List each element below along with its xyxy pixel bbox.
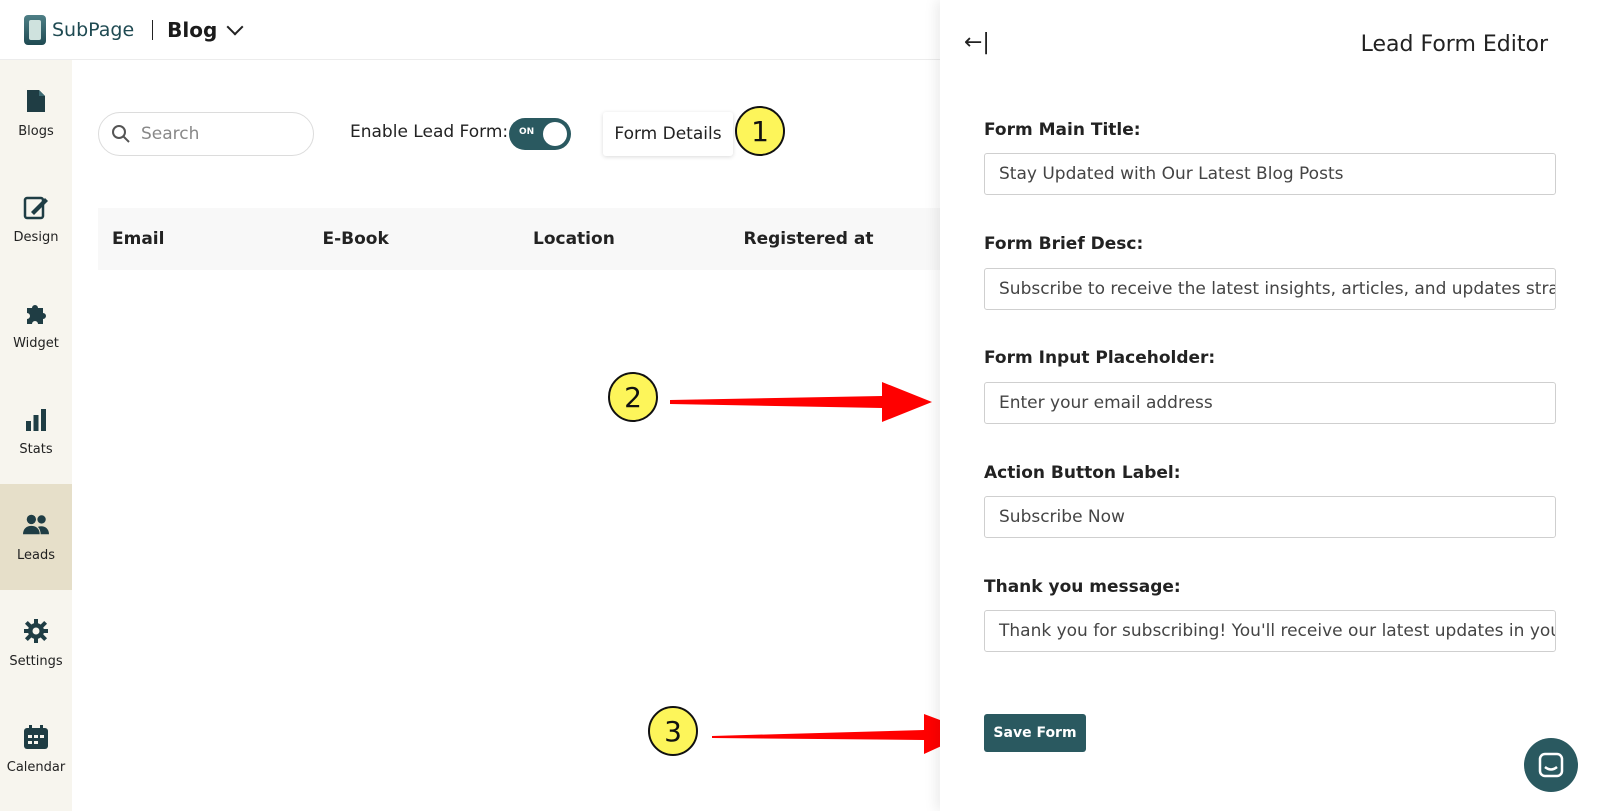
toggle-knob [543, 122, 567, 146]
sidebar-item-blogs[interactable]: Blogs [0, 60, 72, 166]
search-icon [112, 125, 130, 143]
sidebar-item-label: Settings [9, 653, 63, 669]
sidebar-item-label: Stats [19, 441, 53, 457]
toggle-state: ON [519, 127, 535, 137]
app: SubPage Blog Blogs Design Widget Stats L… [0, 0, 1600, 811]
action-button-label-label: Action Button Label: [984, 463, 1181, 483]
sidebar-item-label: Design [13, 229, 59, 245]
save-form-button[interactable]: Save Form [984, 714, 1086, 752]
search-placeholder: Search [141, 124, 200, 144]
chat-button[interactable] [1524, 738, 1578, 792]
sidebar-item-label: Leads [16, 547, 55, 563]
form-input-placeholder-field[interactable]: Enter your email address [984, 382, 1556, 424]
form-main-title-label: Form Main Title: [984, 120, 1141, 140]
users-icon [23, 512, 49, 538]
sidebar-item-label: Blogs [18, 123, 54, 139]
lead-form-toggle[interactable]: ON [509, 118, 571, 150]
chat-icon [1538, 752, 1564, 778]
document-icon [23, 88, 49, 114]
column-header[interactable]: Registered at [730, 229, 941, 249]
sidebar-item-calendar[interactable]: Calendar [0, 696, 72, 802]
form-details-button[interactable]: Form Details [603, 112, 733, 156]
logo-icon [24, 14, 46, 45]
annotation-marker-2: 2 [608, 372, 658, 422]
bar-chart-icon [23, 406, 49, 432]
sidebar: Blogs Design Widget Stats Leads Settings… [0, 60, 72, 811]
sidebar-item-design[interactable]: Design [0, 166, 72, 272]
annotation-arrow-3 [712, 714, 972, 754]
sidebar-item-stats[interactable]: Stats [0, 378, 72, 484]
column-header[interactable]: E-Book [309, 229, 520, 249]
annotation-marker-3: 3 [648, 706, 698, 756]
main-content: Search Enable Lead Form: ON Form Details… [72, 60, 940, 811]
puzzle-icon [23, 300, 49, 326]
sidebar-item-label: Widget [13, 335, 59, 351]
form-main-title-field[interactable]: Stay Updated with Our Latest Blog Posts [984, 153, 1556, 195]
column-header[interactable]: Location [519, 229, 730, 249]
design-icon [23, 194, 49, 220]
action-button-label-field[interactable]: Subscribe Now [984, 496, 1556, 538]
sidebar-item-leads[interactable]: Leads [0, 484, 72, 590]
thank-you-message-field[interactable]: Thank you for subscribing! You'll receiv… [984, 610, 1556, 652]
thank-you-message-label: Thank you message: [984, 577, 1181, 597]
divider [152, 19, 154, 40]
top-bar: SubPage Blog [0, 0, 940, 60]
collapse-panel-icon[interactable]: ←| [964, 30, 990, 55]
annotation-marker-1: 1 [735, 106, 785, 156]
logo[interactable]: SubPage [24, 14, 135, 45]
form-input-placeholder-label: Form Input Placeholder: [984, 348, 1216, 368]
section-title[interactable]: Blog [167, 18, 217, 42]
column-header[interactable]: Email [98, 229, 309, 249]
annotation-arrow-2 [670, 382, 932, 422]
form-brief-desc-label: Form Brief Desc: [984, 234, 1144, 254]
sidebar-item-settings[interactable]: Settings [0, 590, 72, 696]
sidebar-item-widget[interactable]: Widget [0, 272, 72, 378]
logo-text: SubPage [52, 18, 135, 41]
table-header: Email E-Book Location Registered at [98, 208, 940, 270]
search-input[interactable]: Search [98, 112, 314, 156]
lead-form-editor-panel: ←| Lead Form Editor Form Main Title: Sta… [940, 0, 1600, 811]
enable-lead-form-label: Enable Lead Form: [350, 122, 509, 142]
calendar-icon [23, 724, 49, 750]
form-brief-desc-field[interactable]: Subscribe to receive the latest insights… [984, 268, 1556, 310]
panel-title: Lead Form Editor [1360, 32, 1548, 57]
gear-icon [23, 618, 49, 644]
chevron-down-icon[interactable] [226, 18, 244, 35]
sidebar-item-label: Calendar [6, 759, 66, 775]
